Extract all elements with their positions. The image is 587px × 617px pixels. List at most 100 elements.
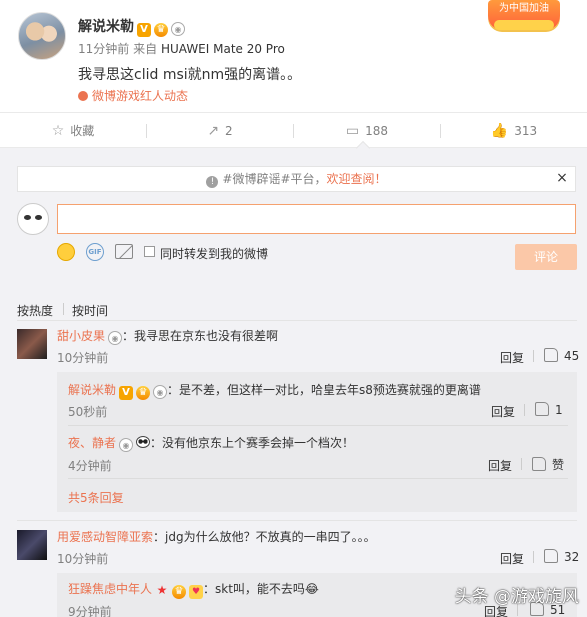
comment-avatar[interactable]	[17, 329, 47, 359]
favorite-button[interactable]: ☆ 收藏	[0, 113, 146, 149]
image-icon[interactable]	[115, 244, 133, 259]
replier-name[interactable]: 狂躁焦虑中年人	[68, 582, 152, 596]
fan-badge-icon: ♥	[189, 585, 204, 599]
reply-like-count: 1	[555, 403, 563, 417]
watermark: 头条 @游戏旋风	[454, 587, 579, 607]
replier-name[interactable]: 夜、静者	[68, 436, 116, 450]
comment-item: 甜小皮果 ◉ ：我寻思在京东也没有很差啊	[57, 327, 278, 345]
divider	[533, 350, 534, 362]
divider	[17, 320, 577, 321]
post-time[interactable]: 11分钟前	[78, 42, 129, 56]
reply-text: ：skt叫，能不去吗😂	[203, 582, 319, 596]
comment-text: ：我寻思在京东也没有很差啊	[122, 329, 279, 343]
ribbon-label: 为中国加油	[499, 3, 549, 14]
topic-label[interactable]: 微博游戏红人动态	[92, 89, 188, 103]
forward-icon: ↗	[207, 123, 220, 139]
reply-button[interactable]: 回复	[488, 457, 512, 474]
comment-time: 10分钟前	[57, 552, 109, 566]
commenter-name[interactable]: 用爱感动智障亚索	[57, 530, 153, 544]
replier-name[interactable]: 解说米勒	[68, 383, 116, 397]
reply-item: 狂躁焦虑中年人 ★ ♛ ♥ ：skt叫，能不去吗😂	[68, 580, 319, 599]
reply-like-label: 赞	[552, 458, 565, 472]
rumor-notice[interactable]: ! #微博辟谣#平台，欢迎查阅！	[17, 166, 576, 192]
notice-text[interactable]: #微博辟谣#平台，	[222, 172, 326, 186]
ribbon-decoration	[494, 20, 554, 30]
topic-icon	[78, 91, 88, 101]
comment-like-button[interactable]: 32	[544, 549, 579, 564]
comment-like-count: 32	[564, 550, 580, 564]
divider	[524, 404, 525, 416]
from-label: 来自	[133, 42, 158, 56]
thumbs-up-icon	[535, 402, 549, 416]
comment-icon: ▭	[345, 123, 360, 139]
like-button[interactable]: 👍 313	[441, 113, 587, 149]
comment-input[interactable]	[57, 204, 576, 234]
info-icon: !	[206, 176, 219, 188]
author-name[interactable]: 解说米勒	[78, 19, 134, 35]
emoji-icon[interactable]	[57, 243, 75, 261]
star-icon: ☆	[51, 123, 65, 139]
post-topic[interactable]: 微博游戏红人动态	[78, 87, 188, 104]
thumbs-up-icon	[532, 457, 546, 471]
divider	[63, 303, 64, 315]
reply-button[interactable]: 回复	[491, 403, 515, 420]
thumbs-up-icon	[544, 549, 558, 563]
reply-button[interactable]: 回复	[500, 550, 524, 567]
forward-button[interactable]: ↗ 2	[147, 113, 293, 149]
post-device[interactable]: HUAWEI Mate 20 Pro	[161, 42, 285, 56]
comment-like-count: 45	[564, 349, 580, 363]
vip-icon: ♛	[154, 23, 168, 37]
favorite-label: 收藏	[70, 124, 95, 138]
comment-avatar[interactable]	[17, 530, 47, 560]
star-icon: ★	[156, 583, 168, 597]
thumbs-up-icon: 👍	[490, 123, 509, 139]
forward-count: 2	[225, 124, 233, 138]
verified-icon: V	[119, 386, 134, 400]
divider	[521, 458, 522, 470]
forward-checkbox-label[interactable]: 同时转发到我的微博	[160, 245, 268, 262]
campaign-ribbon[interactable]: 为中国加油	[488, 0, 560, 30]
medal-icon: ◉	[153, 385, 168, 399]
reply-item: 夜、静者 ◉ ：没有他京东上个赛季会掉一个档次！	[68, 434, 354, 452]
comment-item: 用爱感动智障亚索：jdg为什么放他？不放真的一串四了。。。	[57, 528, 376, 545]
divider	[533, 551, 534, 563]
panda-icon	[136, 436, 151, 448]
reply-like-button[interactable]: 1	[535, 402, 563, 417]
commenter-name[interactable]: 甜小皮果	[57, 329, 105, 343]
forward-checkbox[interactable]	[144, 246, 155, 257]
reply-time: 50秒前	[68, 405, 108, 419]
post-author[interactable]: 解说米勒 V ♛ ◉	[78, 16, 185, 37]
post-meta: 11分钟前 来自 HUAWEI Mate 20 Pro	[78, 40, 285, 57]
medal-icon: ◉	[171, 22, 185, 36]
reply-time: 9分钟前	[68, 605, 112, 617]
reply-item: 解说米勒 V ♛ ◉ ：是不差，但这样一对比，哈皇去年s8预选赛就强的更离谱	[68, 381, 481, 400]
sort-by-time[interactable]: 按时间	[72, 302, 108, 319]
divider	[68, 425, 568, 426]
vip-icon: ♛	[172, 585, 187, 599]
reply-text: ：没有他京东上个赛季会掉一个档次！	[150, 436, 355, 450]
comment-count: 188	[365, 124, 389, 138]
reply-text: ：是不差，但这样一对比，哈皇去年s8预选赛就强的更离谱	[167, 383, 481, 397]
verified-icon: V	[137, 23, 151, 37]
reply-time: 4分钟前	[68, 459, 112, 473]
more-replies-link[interactable]: 共5条回复	[68, 489, 124, 506]
reply-like-button[interactable]: 赞	[532, 456, 564, 473]
notice-link[interactable]: 欢迎查阅！	[327, 172, 387, 186]
submit-comment-button[interactable]: 评论	[515, 244, 577, 270]
reply-button[interactable]: 回复	[500, 349, 524, 366]
divider	[68, 478, 568, 479]
action-bar: ☆ 收藏 ↗ 2 ▭ 188 👍 313	[0, 112, 587, 148]
divider	[17, 520, 577, 521]
like-count: 313	[514, 124, 538, 138]
close-icon[interactable]: ×	[555, 170, 569, 186]
comment-button[interactable]: ▭ 188	[294, 113, 440, 149]
gif-icon[interactable]: GIF	[86, 243, 104, 261]
my-avatar[interactable]	[17, 203, 49, 235]
medal-icon: ◉	[108, 331, 123, 345]
sort-by-hot[interactable]: 按热度	[17, 302, 53, 319]
comment-text: ：jdg为什么放他？不放真的一串四了。。。	[153, 530, 376, 544]
author-avatar[interactable]	[18, 12, 66, 60]
comment-like-button[interactable]: 45	[544, 348, 579, 363]
comment-time: 10分钟前	[57, 351, 109, 365]
vip-icon: ♛	[136, 386, 151, 400]
